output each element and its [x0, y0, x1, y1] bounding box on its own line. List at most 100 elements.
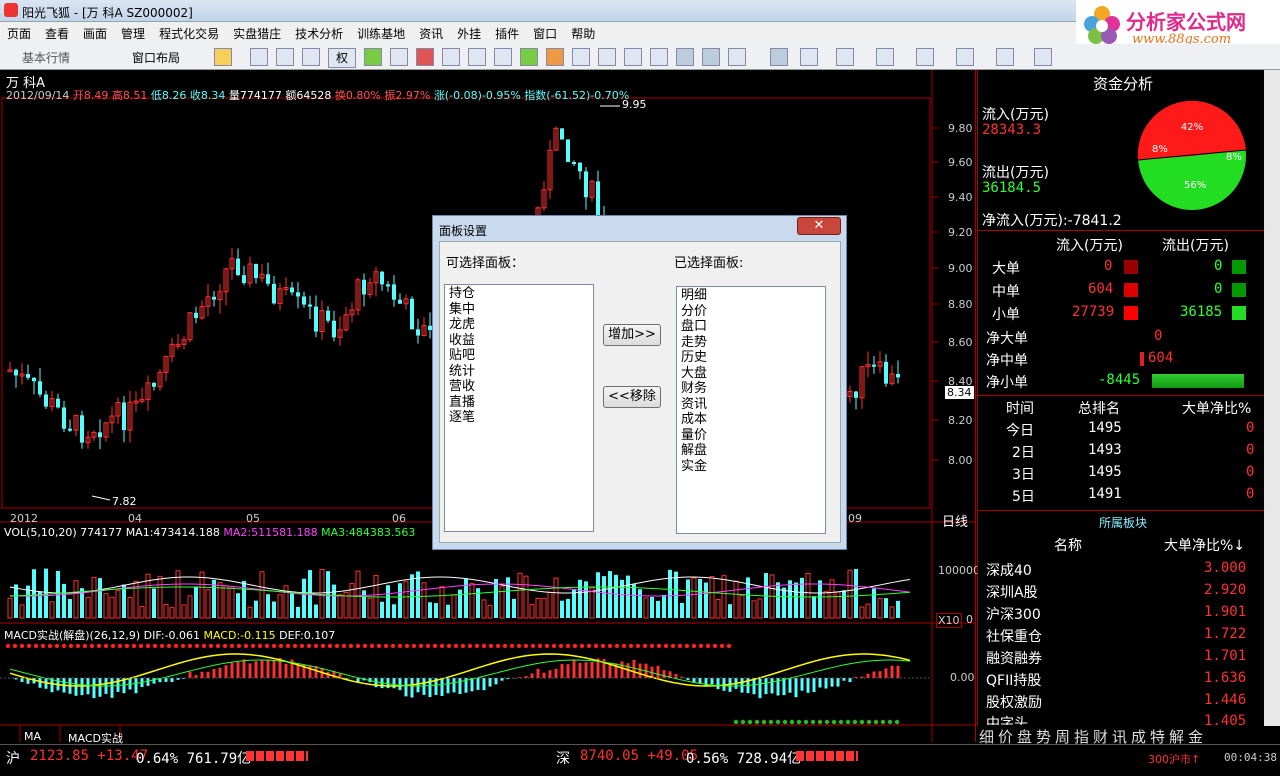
line-chart-icon[interactable] [676, 48, 694, 66]
volume-bar [277, 594, 283, 619]
signal-dot [544, 643, 550, 649]
menu-help[interactable]: 帮助 [564, 22, 602, 45]
selected-panel-item[interactable]: 量价 [681, 428, 821, 444]
selected-panel-item[interactable]: 走势 [681, 335, 821, 351]
channel-icon[interactable] [836, 48, 854, 66]
window-layout-button[interactable]: 窗口布局 [132, 49, 180, 69]
period-label[interactable]: 日线 [942, 511, 968, 530]
chart-type-icon[interactable] [364, 48, 382, 66]
layout-icon[interactable] [250, 48, 268, 66]
menu-manage[interactable]: 管理 [114, 22, 152, 45]
ray-icon[interactable] [800, 48, 818, 66]
report-icon[interactable] [494, 48, 512, 66]
draw-line-icon[interactable] [770, 48, 788, 66]
selected-panel-item[interactable]: 财务 [681, 381, 821, 397]
signal-dot [250, 643, 256, 649]
menu-program-trade[interactable]: 程式化交易 [152, 22, 226, 45]
signal-dot [628, 643, 634, 649]
signal-dot [299, 643, 305, 649]
table-icon[interactable] [624, 48, 642, 66]
tab-ma[interactable]: MA [24, 730, 41, 743]
rect-icon[interactable] [1034, 48, 1052, 66]
menu-addons[interactable]: 插件 [488, 22, 526, 45]
signal-dot [82, 643, 88, 649]
right-scrollbar[interactable] [1264, 70, 1280, 742]
fill-icon[interactable] [728, 48, 746, 66]
open-folder-icon[interactable] [214, 48, 232, 66]
add-button[interactable]: 增加>> [603, 324, 661, 346]
sector-name[interactable]: 中字头 [986, 713, 1028, 725]
available-panels-list[interactable]: 持仓 集中 龙虎 收益 贴吧 统计 营收 直播 逐笔 [444, 284, 594, 532]
sector-head-ratio[interactable]: 大单净比%↓ [1164, 535, 1245, 555]
rank-row-1-time: 2日 [1012, 445, 1035, 461]
grid-icon[interactable] [390, 48, 408, 66]
dialog-close-button[interactable]: ✕ [797, 217, 841, 235]
signal-dot [131, 643, 137, 649]
sector-name[interactable]: 深成40 [986, 560, 1032, 580]
signal-dot [33, 643, 39, 649]
menu-tech-analysis[interactable]: 技术分析 [288, 22, 350, 45]
sector-name[interactable]: 社保重仓 [986, 626, 1042, 646]
sector-name[interactable]: 股权激励 [986, 692, 1042, 712]
volume-bar [428, 602, 432, 618]
panel-icon[interactable] [650, 48, 668, 66]
selected-panels-list[interactable]: 明细 分价 盘口 走势 历史 大盘 财务 资讯 成本 量价 解盘 实金 [676, 286, 826, 534]
selected-panel-item[interactable]: 明细 [681, 288, 821, 304]
available-panel-item[interactable]: 贴吧 [449, 348, 589, 364]
volume-bar [103, 593, 109, 619]
menu-training[interactable]: 训练基地 [350, 22, 412, 45]
tile-icon[interactable] [598, 48, 616, 66]
selected-panel-item[interactable]: 解盘 [681, 443, 821, 459]
window-icon[interactable] [572, 48, 590, 66]
available-panel-item[interactable]: 收益 [449, 333, 589, 349]
selected-panel-item[interactable]: 成本 [681, 412, 821, 428]
selected-panel-item[interactable]: 大盘 [681, 366, 821, 382]
parallel-icon[interactable] [876, 48, 894, 66]
crosshair-icon[interactable] [276, 48, 294, 66]
menu-hunt[interactable]: 实盘猎庄 [226, 22, 288, 45]
selected-panel-item[interactable]: 盘口 [681, 319, 821, 335]
available-panel-item[interactable]: 营收 [449, 379, 589, 395]
market-indicator[interactable]: 300沪市↑ [1148, 751, 1200, 767]
fan-icon[interactable] [916, 48, 934, 66]
pencil-icon[interactable] [520, 48, 538, 66]
sector-name[interactable]: 沪深300 [986, 604, 1041, 624]
multi-window-icon[interactable] [702, 48, 720, 66]
doc-icon[interactable] [442, 48, 460, 66]
available-panel-item[interactable]: 直播 [449, 395, 589, 411]
right-panel-tabs[interactable]: 细价盘势周指财讯成特解金 [977, 726, 1280, 746]
volume-bar [319, 568, 325, 619]
row-small-name: 小单 [992, 307, 1020, 323]
menu-view[interactable]: 查看 [38, 22, 76, 45]
candle-body [68, 428, 72, 431]
available-panel-item[interactable]: 龙虎 [449, 317, 589, 333]
selected-panel-item[interactable]: 历史 [681, 350, 821, 366]
basic-quote-button[interactable]: 基本行情 [22, 49, 70, 69]
weight-button[interactable]: 权 [328, 48, 356, 68]
volume-bar [499, 585, 505, 619]
news-icon[interactable] [468, 48, 486, 66]
plugin-icon[interactable] [546, 48, 564, 66]
selected-panel-item[interactable]: 实金 [681, 459, 821, 475]
fib-icon[interactable] [956, 48, 974, 66]
signal-dot [439, 643, 445, 649]
grid-lines-icon[interactable] [996, 48, 1014, 66]
available-panel-item[interactable]: 持仓 [449, 286, 589, 302]
menu-page[interactable]: 页面 [0, 22, 38, 45]
sector-name[interactable]: 深圳A股 [986, 582, 1038, 602]
bar-icon[interactable] [302, 48, 320, 66]
list-icon[interactable] [416, 48, 434, 66]
sector-name[interactable]: QFII持股 [986, 670, 1041, 690]
remove-button[interactable]: <<移除 [603, 386, 661, 408]
signal-dot [110, 643, 116, 649]
menu-screen[interactable]: 画面 [76, 22, 114, 45]
available-panel-item[interactable]: 逐笔 [449, 410, 589, 426]
available-panel-item[interactable]: 统计 [449, 364, 589, 380]
menu-window[interactable]: 窗口 [526, 22, 564, 45]
menu-plugins-ext[interactable]: 外挂 [450, 22, 488, 45]
sector-name[interactable]: 融资融券 [986, 648, 1042, 668]
menu-news[interactable]: 资讯 [412, 22, 450, 45]
selected-panel-item[interactable]: 分价 [681, 304, 821, 320]
available-panel-item[interactable]: 集中 [449, 302, 589, 318]
selected-panel-item[interactable]: 资讯 [681, 397, 821, 413]
